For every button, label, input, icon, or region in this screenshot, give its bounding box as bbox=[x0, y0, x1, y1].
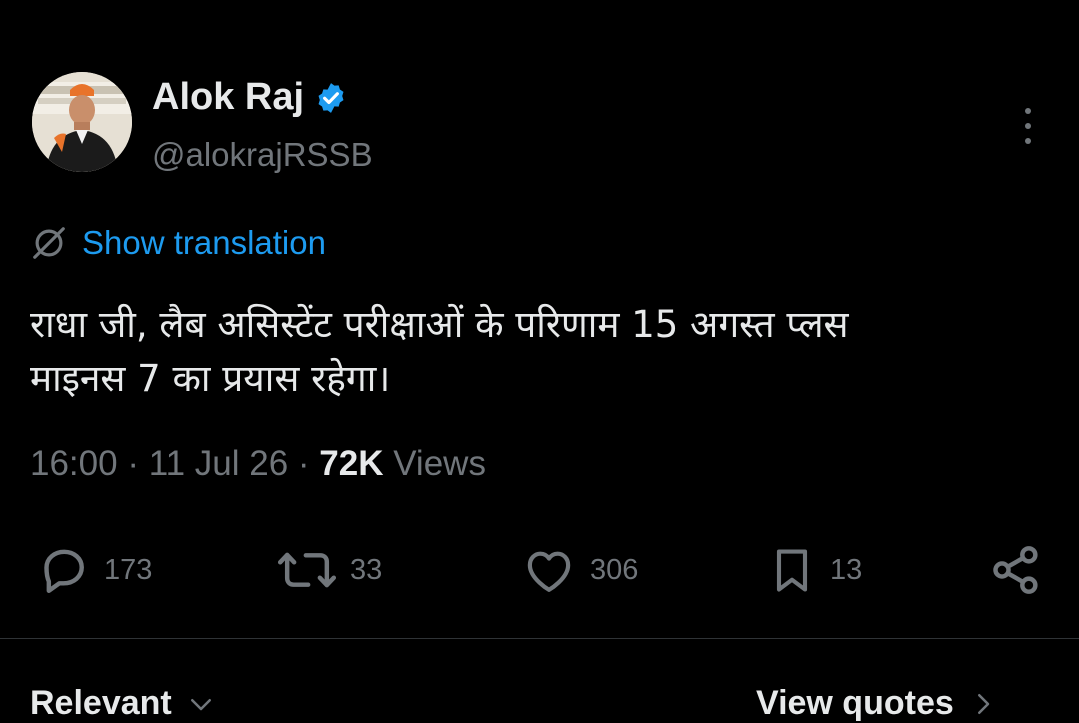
tweet-text: राधा जी, लैब असिस्टेंट परीक्षाओं के परिण… bbox=[30, 298, 1040, 406]
divider bbox=[0, 638, 1079, 639]
heart-icon bbox=[527, 551, 571, 592]
more-options-button[interactable] bbox=[1008, 104, 1048, 148]
view-quotes-link[interactable]: View quotes bbox=[756, 684, 998, 723]
chevron-right-icon bbox=[977, 693, 990, 714]
tweet-meta: 16:00 · 11 Jul 26 · 72K Views bbox=[30, 444, 486, 484]
views-label: Views bbox=[383, 444, 486, 483]
chevron-down-icon bbox=[190, 698, 211, 710]
author-handle[interactable]: @alokrajRSSB bbox=[152, 136, 373, 174]
tweet-time[interactable]: 16:00 bbox=[30, 444, 118, 483]
views-count[interactable]: 72K bbox=[319, 444, 383, 483]
more-dot-icon bbox=[1025, 138, 1031, 144]
show-translation-label: Show translation bbox=[82, 224, 326, 261]
sort-replies-dropdown[interactable]: Relevant bbox=[30, 684, 216, 723]
bookmark-count: 13 bbox=[830, 553, 863, 586]
avatar-image bbox=[32, 72, 132, 172]
bookmark-icon bbox=[776, 549, 808, 592]
tweet-text-line: माइनस 7 का प्रयास रहेगा। bbox=[30, 357, 391, 400]
retweet-button[interactable]: 33 bbox=[276, 540, 382, 600]
author-name-text: Alok Raj bbox=[152, 76, 305, 118]
reply-icon bbox=[44, 549, 84, 593]
sort-label: Relevant bbox=[30, 684, 172, 722]
meta-separator: · bbox=[117, 444, 149, 483]
more-dot-icon bbox=[1025, 108, 1031, 114]
show-translation-button[interactable]: Show translation bbox=[30, 224, 326, 262]
reply-count: 173 bbox=[104, 553, 153, 586]
like-button[interactable]: 306 bbox=[520, 540, 638, 600]
globe-slash-icon bbox=[33, 227, 65, 259]
author-name[interactable]: Alok Raj bbox=[152, 76, 348, 119]
like-count: 306 bbox=[590, 553, 639, 586]
share-icon bbox=[993, 546, 1038, 594]
retweet-icon bbox=[277, 552, 337, 588]
share-button[interactable] bbox=[988, 540, 1044, 600]
verified-badge-icon bbox=[318, 82, 344, 113]
tweet-date[interactable]: 11 Jul 26 bbox=[149, 444, 288, 483]
reply-button[interactable]: 173 bbox=[36, 540, 152, 600]
more-dot-icon bbox=[1025, 123, 1031, 129]
retweet-count: 33 bbox=[350, 553, 383, 586]
tweet: Alok Raj @alokrajRSSB Show translation र… bbox=[0, 0, 1079, 722]
bookmark-button[interactable]: 13 bbox=[766, 540, 862, 600]
avatar[interactable] bbox=[32, 72, 132, 172]
tweet-text-line: राधा जी, लैब असिस्टेंट परीक्षाओं के परिण… bbox=[30, 303, 849, 346]
meta-separator: · bbox=[288, 444, 320, 483]
action-bar: 173 33 306 13 bbox=[0, 540, 1079, 600]
view-quotes-label: View quotes bbox=[756, 684, 954, 722]
